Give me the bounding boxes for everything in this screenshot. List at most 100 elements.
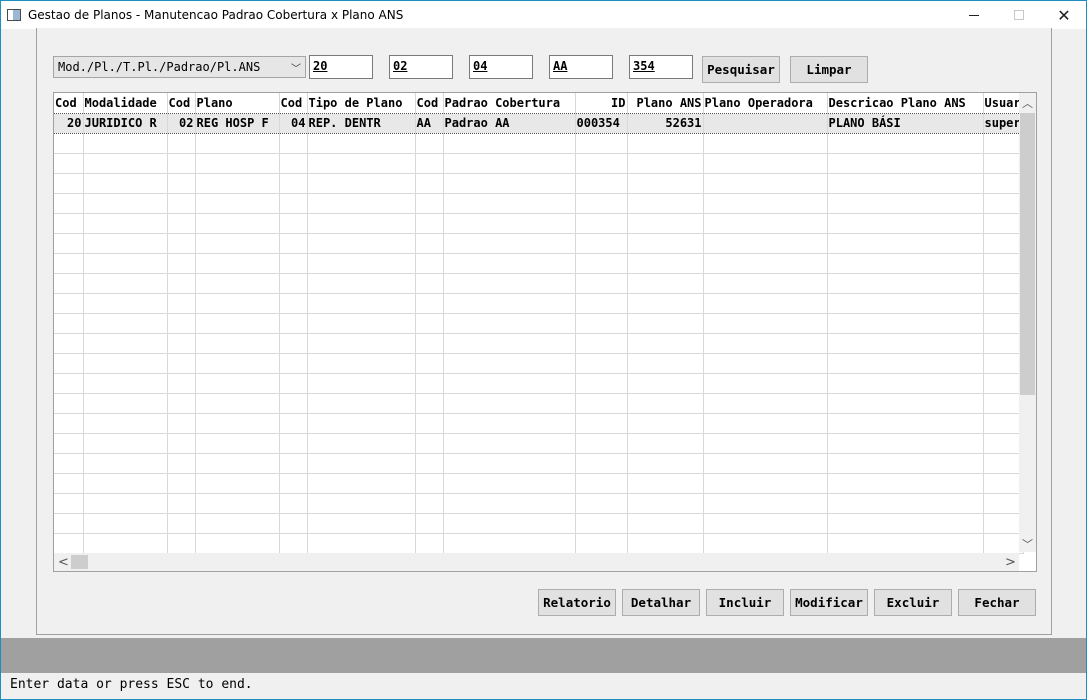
table-cell[interactable]: 52631 xyxy=(627,112,704,134)
table-cell[interactable] xyxy=(575,153,628,174)
table-cell[interactable] xyxy=(195,153,280,174)
table-cell[interactable] xyxy=(983,513,1024,534)
table-cell[interactable] xyxy=(443,373,576,394)
table-cell[interactable] xyxy=(167,213,196,234)
table-cell[interactable] xyxy=(415,333,444,354)
table-cell[interactable] xyxy=(627,533,704,554)
table-cell[interactable] xyxy=(195,453,280,474)
plano-code-input[interactable]: 02 xyxy=(389,55,453,79)
table-cell[interactable] xyxy=(443,213,576,234)
table-cell[interactable] xyxy=(195,193,280,214)
table-cell[interactable] xyxy=(307,213,416,234)
table-cell[interactable] xyxy=(443,353,576,374)
table-row[interactable]: 20 JURIDICO R 02 REG HOSP F 04 REP. DENT… xyxy=(54,112,1024,134)
empty-table-row[interactable] xyxy=(54,293,1024,314)
table-cell[interactable] xyxy=(307,333,416,354)
table-cell[interactable] xyxy=(54,273,84,294)
table-cell[interactable] xyxy=(195,293,280,314)
table-cell[interactable] xyxy=(195,253,280,274)
table-cell[interactable] xyxy=(167,233,196,254)
table-cell[interactable] xyxy=(703,453,828,474)
table-cell[interactable] xyxy=(827,453,984,474)
table-cell[interactable] xyxy=(307,193,416,214)
table-cell[interactable] xyxy=(167,493,196,514)
table-cell[interactable] xyxy=(307,153,416,174)
table-cell[interactable] xyxy=(195,533,280,554)
table-cell[interactable] xyxy=(827,473,984,494)
table-cell[interactable] xyxy=(827,173,984,194)
table-cell[interactable] xyxy=(83,313,168,334)
table-cell[interactable] xyxy=(443,133,576,154)
table-cell[interactable] xyxy=(703,213,828,234)
table-cell[interactable] xyxy=(983,453,1024,474)
table-cell[interactable] xyxy=(627,173,704,194)
col-header[interactable]: Plano Operadora xyxy=(703,93,828,113)
table-cell[interactable] xyxy=(195,273,280,294)
table-cell[interactable] xyxy=(415,193,444,214)
table-cell[interactable] xyxy=(415,373,444,394)
table-cell[interactable] xyxy=(575,133,628,154)
table-cell[interactable] xyxy=(83,333,168,354)
table-cell[interactable] xyxy=(83,353,168,374)
table-cell[interactable] xyxy=(983,273,1024,294)
table-cell[interactable] xyxy=(279,453,308,474)
search-button[interactable]: Pesquisar xyxy=(702,56,780,83)
empty-table-row[interactable] xyxy=(54,493,1024,514)
table-cell[interactable] xyxy=(983,173,1024,194)
table-cell[interactable] xyxy=(827,293,984,314)
empty-table-row[interactable] xyxy=(54,153,1024,174)
table-cell[interactable] xyxy=(307,453,416,474)
table-cell[interactable] xyxy=(575,373,628,394)
table-cell[interactable] xyxy=(195,333,280,354)
table-cell[interactable] xyxy=(54,353,84,374)
table-cell[interactable]: 000354 xyxy=(575,112,628,134)
table-cell[interactable] xyxy=(627,353,704,374)
table-cell[interactable] xyxy=(703,413,828,434)
table-cell[interactable] xyxy=(827,353,984,374)
table-cell[interactable] xyxy=(167,353,196,374)
table-cell[interactable] xyxy=(195,513,280,534)
table-cell[interactable] xyxy=(703,433,828,454)
table-cell[interactable] xyxy=(167,333,196,354)
table-cell[interactable] xyxy=(827,433,984,454)
table-cell[interactable] xyxy=(279,353,308,374)
table-cell[interactable] xyxy=(54,413,84,434)
scroll-left-icon[interactable]: < xyxy=(58,555,69,570)
table-cell[interactable] xyxy=(827,273,984,294)
modalidade-code-input[interactable]: 20 xyxy=(309,55,373,79)
table-cell[interactable] xyxy=(83,133,168,154)
table-cell[interactable] xyxy=(983,153,1024,174)
table-cell[interactable]: AA xyxy=(415,112,444,134)
empty-table-row[interactable] xyxy=(54,373,1024,394)
table-cell[interactable] xyxy=(703,513,828,534)
table-cell[interactable] xyxy=(83,213,168,234)
table-cell[interactable] xyxy=(983,493,1024,514)
table-cell[interactable] xyxy=(195,493,280,514)
col-header[interactable]: Cod xyxy=(279,93,308,113)
table-cell[interactable] xyxy=(703,293,828,314)
table-cell[interactable] xyxy=(307,233,416,254)
table-cell[interactable] xyxy=(307,253,416,274)
table-cell[interactable] xyxy=(83,253,168,274)
table-cell[interactable] xyxy=(415,473,444,494)
table-cell[interactable] xyxy=(703,193,828,214)
table-cell[interactable] xyxy=(627,473,704,494)
table-cell[interactable] xyxy=(443,393,576,414)
table-cell[interactable] xyxy=(703,233,828,254)
table-cell[interactable] xyxy=(83,433,168,454)
table-cell[interactable] xyxy=(54,153,84,174)
maximize-button[interactable] xyxy=(996,1,1042,29)
padrao-code-input[interactable]: AA xyxy=(549,55,613,79)
vertical-scroll-thumb[interactable] xyxy=(1020,113,1035,395)
table-cell[interactable] xyxy=(827,313,984,334)
table-cell[interactable]: 02 xyxy=(167,112,196,134)
table-cell[interactable] xyxy=(627,333,704,354)
clear-button[interactable]: Limpar xyxy=(790,56,868,83)
table-cell[interactable] xyxy=(627,313,704,334)
table-cell[interactable] xyxy=(443,293,576,314)
table-cell[interactable] xyxy=(83,533,168,554)
table-cell[interactable] xyxy=(443,333,576,354)
table-cell[interactable] xyxy=(575,213,628,234)
table-cell[interactable] xyxy=(415,353,444,374)
table-cell[interactable] xyxy=(54,253,84,274)
